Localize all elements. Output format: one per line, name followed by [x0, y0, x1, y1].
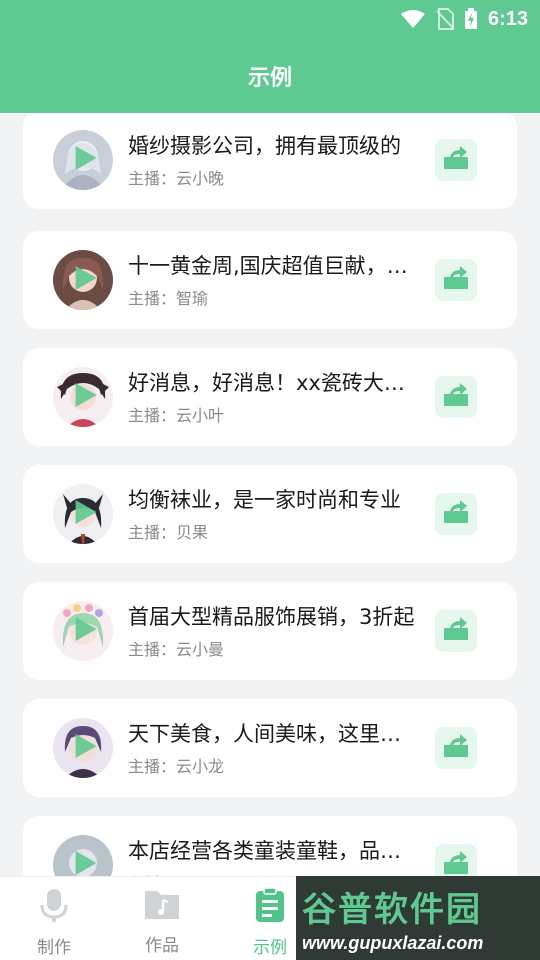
- share-icon: [442, 265, 470, 295]
- watermark-url: www.gupuxlazai.com: [302, 933, 484, 953]
- share-button[interactable]: [435, 139, 477, 181]
- host-name: 云小龙: [176, 757, 225, 776]
- microphone-icon: [39, 887, 69, 927]
- share-button[interactable]: [435, 844, 477, 876]
- host-name: 贝果: [176, 523, 209, 542]
- avatar[interactable]: [53, 484, 113, 544]
- share-icon: [442, 382, 470, 412]
- example-card[interactable]: 首届大型精品服饰展销，3折起 主播： 云小曼: [23, 582, 517, 680]
- host-name: 智瑜: [176, 289, 209, 308]
- wifi-icon: [400, 9, 426, 29]
- example-title: 均衡袜业，是一家时尚和专业: [128, 488, 401, 512]
- share-button[interactable]: [435, 259, 477, 301]
- avatar[interactable]: [53, 601, 113, 661]
- example-title: 天下美食，人间美味，这里应有: [128, 722, 418, 746]
- avatar[interactable]: [53, 718, 113, 778]
- example-title: 首届大型精品服饰展销，3折起: [128, 605, 415, 629]
- tab-label: 制作: [37, 938, 71, 958]
- title-bar: 示例: [0, 38, 540, 113]
- watermark-text: 谷普软件园: [302, 890, 482, 930]
- status-time: 6:13: [487, 7, 528, 30]
- example-list[interactable]: 婚纱摄影公司，拥有最顶级的 主播： 云小晚 十一黄金周,国庆超值巨献，全场 主播：…: [0, 113, 540, 876]
- tab-make[interactable]: 制作: [0, 887, 108, 958]
- share-icon: [442, 616, 470, 646]
- host-prefix: 主播：: [128, 289, 177, 308]
- avatar[interactable]: [53, 250, 113, 310]
- example-title: 婚纱摄影公司，拥有最顶级的: [128, 134, 401, 158]
- play-icon[interactable]: [73, 498, 99, 530]
- example-title: 本店经营各类童装童鞋，品种齐全: [128, 839, 418, 863]
- example-card[interactable]: 十一黄金周,国庆超值巨献，全场 主播： 智瑜: [23, 231, 517, 329]
- host-name: 云小晚: [176, 169, 225, 188]
- status-bar: 6:13: [0, 0, 540, 38]
- share-button[interactable]: [435, 610, 477, 652]
- clipboard-icon: [254, 887, 286, 927]
- tab-label: 示例: [253, 938, 287, 958]
- example-card[interactable]: 婚纱摄影公司，拥有最顶级的 主播： 云小晚: [23, 113, 517, 209]
- play-icon[interactable]: [73, 144, 99, 176]
- no-sim-icon: [436, 8, 454, 30]
- host-prefix: 主播：: [128, 406, 177, 425]
- host-prefix: 主播：: [128, 640, 177, 659]
- share-icon: [442, 145, 470, 175]
- host-prefix: 主播：: [128, 757, 177, 776]
- example-title: 十一黄金周,国庆超值巨献，全场: [128, 254, 418, 278]
- music-folder-icon: [143, 887, 181, 925]
- tab-works[interactable]: 作品: [108, 887, 216, 956]
- example-card[interactable]: 均衡袜业，是一家时尚和专业 主播： 贝果: [23, 465, 517, 563]
- example-card[interactable]: 好消息，好消息！xx瓷砖大促销 主播： 云小叶: [23, 348, 517, 446]
- play-icon[interactable]: [73, 732, 99, 764]
- host-name: 云小叶: [176, 406, 225, 425]
- host-prefix: 主播：: [128, 169, 177, 188]
- share-icon: [442, 499, 470, 529]
- watermark: 谷普软件园 www.gupuxlazai.com: [296, 876, 540, 960]
- play-icon[interactable]: [73, 615, 99, 647]
- example-title: 好消息，好消息！xx瓷砖大促销: [128, 371, 418, 395]
- host-prefix: 主播：: [128, 523, 177, 542]
- share-icon: [442, 850, 470, 876]
- share-button[interactable]: [435, 493, 477, 535]
- battery-charging-icon: [464, 8, 478, 30]
- share-icon: [442, 733, 470, 763]
- share-button[interactable]: [435, 727, 477, 769]
- play-icon[interactable]: [73, 264, 99, 296]
- example-card[interactable]: 天下美食，人间美味，这里应有 主播： 云小龙: [23, 699, 517, 797]
- avatar[interactable]: [53, 367, 113, 427]
- avatar[interactable]: [53, 835, 113, 876]
- play-icon[interactable]: [73, 849, 99, 876]
- play-icon[interactable]: [73, 381, 99, 413]
- share-button[interactable]: [435, 376, 477, 418]
- avatar[interactable]: [53, 130, 113, 190]
- page-title: 示例: [247, 65, 292, 91]
- host-name: 云小曼: [176, 640, 225, 659]
- example-card[interactable]: 本店经营各类童装童鞋，品种齐全 主播：: [23, 816, 517, 876]
- tab-label: 作品: [145, 936, 179, 956]
